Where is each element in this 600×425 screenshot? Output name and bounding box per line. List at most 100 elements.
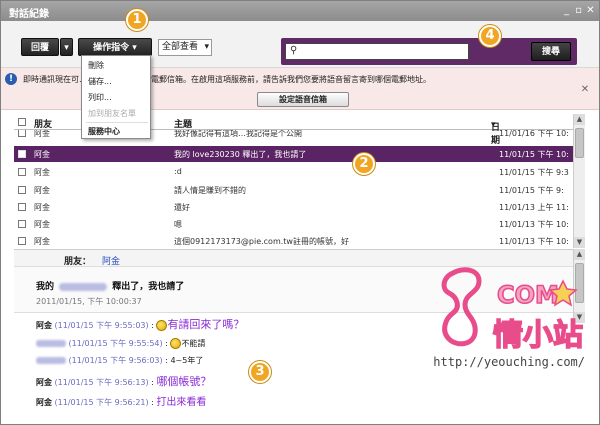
search-button[interactable]: 搜尋 [531, 42, 571, 61]
actions-button[interactable]: 操作指令 ▾ [78, 38, 152, 56]
message-text: 哪個帳號？ [156, 375, 212, 388]
reading-timestamp: 2011/01/15, 下午 10:00:37 [36, 297, 142, 306]
conversation-history-window: 對話紀錄 _ ▫ ✕ 回覆 ▾ 操作指令 ▾ 全部查看 ▾ ⚲ 搜尋 ! 即時通訊… [0, 0, 600, 425]
subject-prefix: 我的 [36, 282, 55, 292]
row-date: 11/01/13 下午 10: [499, 237, 569, 246]
table-row[interactable]: 阿金:d 11/01/15 下午 9:3 [14, 164, 573, 180]
row-friend: 阿金 [34, 186, 50, 195]
row-checkbox[interactable] [18, 220, 26, 228]
sort-desc-icon: ▾ [491, 120, 496, 130]
chat-message: (11/01/15 下午 9:55:54) : 不能請 [36, 338, 205, 349]
emoticon-icon [170, 338, 182, 349]
restore-icon[interactable]: ▫ [573, 5, 584, 16]
message-list-scrollbar[interactable]: ▲ ▼ [573, 114, 585, 248]
setup-voicemail-button[interactable]: 設定語音信箱 [257, 92, 349, 107]
scroll-up-icon[interactable]: ▲ [574, 114, 585, 125]
chat-message: (11/01/15 下午 9:56:03) : 4~5年了 [36, 355, 203, 366]
row-friend: 阿金 [34, 168, 50, 177]
message-time: (11/01/15 下午 9:55:03) [54, 321, 149, 330]
message-text: 4~5年了 [170, 356, 204, 365]
message-time: (11/01/15 下午 9:56:13) [54, 378, 149, 387]
message-sender: 阿金 [36, 398, 52, 407]
message-text: 不能請 [181, 339, 206, 348]
message-time: (11/01/15 下午 9:56:21) [54, 398, 149, 407]
row-friend: 阿金 [34, 203, 50, 212]
scroll-thumb[interactable] [575, 128, 584, 158]
scroll-down-icon[interactable]: ▼ [574, 237, 585, 248]
row-subject: 這個0912173173@pie.com.tw註冊的帳號，好 [174, 237, 349, 246]
svg-text:情小站: 情小站 [493, 318, 583, 353]
menu-item-delete[interactable]: 刪除 [88, 60, 104, 71]
row-date: 11/01/13 上午 11: [499, 203, 569, 212]
row-checkbox[interactable] [18, 150, 26, 158]
friend-name-link[interactable]: 阿金 [102, 254, 120, 267]
search-input[interactable]: ⚲ [285, 43, 469, 60]
message-time: (11/01/15 下午 9:56:03) [68, 356, 163, 365]
row-friend: 阿金 [34, 220, 50, 229]
row-subject: 還好 [174, 203, 190, 212]
search-icon: ⚲ [290, 45, 298, 56]
row-subject: 請人情是賺到不錯的 [174, 186, 246, 195]
info-icon: ! [5, 73, 17, 85]
chevron-down-icon: ▾ [204, 42, 209, 52]
redacted-text [59, 282, 108, 291]
row-friend: 阿金 [34, 150, 50, 159]
scroll-up-icon[interactable]: ▲ [574, 249, 585, 260]
menu-item-save[interactable]: 儲存... [88, 76, 112, 87]
view-filter-value: 全部查看 [162, 42, 199, 52]
message-list: 阿金 我好像記得有這項…我記得是个公開 11/01/16 下午 10: 阿金 我的 l… [14, 130, 573, 248]
callout-badge-2: 2 [353, 153, 375, 175]
reply-button[interactable]: 回覆 [21, 38, 59, 56]
message-text: 有請回來了嗎？ [167, 318, 245, 331]
close-icon[interactable]: ✕ [585, 5, 596, 16]
column-subject[interactable]: 主題 [174, 117, 192, 130]
row-date: 11/01/13 下午 10: [499, 220, 569, 229]
row-date: 11/01/16 下午 10: [499, 130, 569, 138]
menu-item-add-friend: 加到朋友名單 [88, 109, 136, 118]
minimize-icon[interactable]: _ [561, 5, 572, 16]
menu-divider [86, 122, 148, 123]
row-date: 11/01/15 下午 10: [499, 150, 569, 159]
table-row[interactable]: 阿金 請人情是賺到不錯的 11/01/15 下午 9: [14, 182, 573, 198]
select-all-checkbox[interactable] [18, 118, 26, 126]
message-sender: 阿金 [36, 321, 52, 330]
title-bar: 對話紀錄 _ ▫ ✕ [1, 1, 599, 21]
actions-menu: 刪除 儲存... 列印... 加到朋友名單 服務中心 [81, 55, 151, 139]
callout-badge-4: 4 [479, 25, 501, 47]
reply-dropdown-button[interactable]: ▾ [60, 38, 73, 56]
subject-suffix: 釋出了，我也請了 [112, 282, 185, 292]
redacted-sender [36, 357, 66, 364]
chat-message: 阿金 (11/01/15 下午 9:56:13) : 哪個帳號？ [36, 375, 212, 388]
callout-badge-1: 1 [126, 9, 148, 31]
row-checkbox[interactable] [18, 203, 26, 211]
watermark-logo: COM 情小站 http://yeouching.com/ [433, 263, 585, 373]
message-sender: 阿金 [36, 378, 52, 387]
row-date: 11/01/15 下午 9:3 [499, 168, 569, 177]
column-friend[interactable]: 朋友 [34, 117, 52, 130]
row-checkbox[interactable] [18, 130, 26, 137]
close-icon[interactable]: ✕ [579, 84, 591, 96]
table-row[interactable]: 阿金 嗯 11/01/13 下午 10: [14, 216, 573, 232]
table-row-selected[interactable]: 阿金 我的 love230230 釋出了，我也請了 11/01/15 下午 10: [14, 146, 573, 162]
view-filter-select[interactable]: 全部查看 ▾ [158, 39, 212, 56]
reading-subject: 我的 釋出了，我也請了 [36, 279, 184, 292]
row-checkbox[interactable] [18, 237, 26, 245]
friend-label: 朋友： [64, 257, 92, 267]
chat-message: 阿金 (11/01/15 下午 9:56:21) : 打出來看看 [36, 397, 207, 408]
yeouching-logo-icon: COM 情小站 [441, 267, 584, 354]
row-checkbox[interactable] [18, 168, 26, 176]
table-row[interactable]: 阿金 還好 11/01/13 上午 11: [14, 199, 573, 215]
chat-message: 阿金 (11/01/15 下午 9:55:03) : 有請回來了嗎？ [36, 318, 245, 331]
actions-label: 操作指令 [93, 43, 130, 53]
callout-badge-3: 3 [249, 361, 271, 383]
menu-item-help-center[interactable]: 服務中心 [88, 126, 120, 137]
row-subject: 我好像記得有這項…我記得是个公開 [174, 130, 302, 138]
message-time: (11/01/15 下午 9:55:54) [68, 339, 163, 348]
row-friend: 阿金 [34, 237, 50, 246]
row-friend: 阿金 [34, 130, 50, 138]
menu-item-print[interactable]: 列印... [88, 92, 112, 103]
table-row[interactable]: 阿金 這個0912173173@pie.com.tw註冊的帳號，好 11/01/13… [14, 233, 573, 248]
row-checkbox[interactable] [18, 186, 26, 194]
row-subject: 嗯 [174, 220, 182, 229]
window-title: 對話紀錄 [9, 9, 49, 20]
